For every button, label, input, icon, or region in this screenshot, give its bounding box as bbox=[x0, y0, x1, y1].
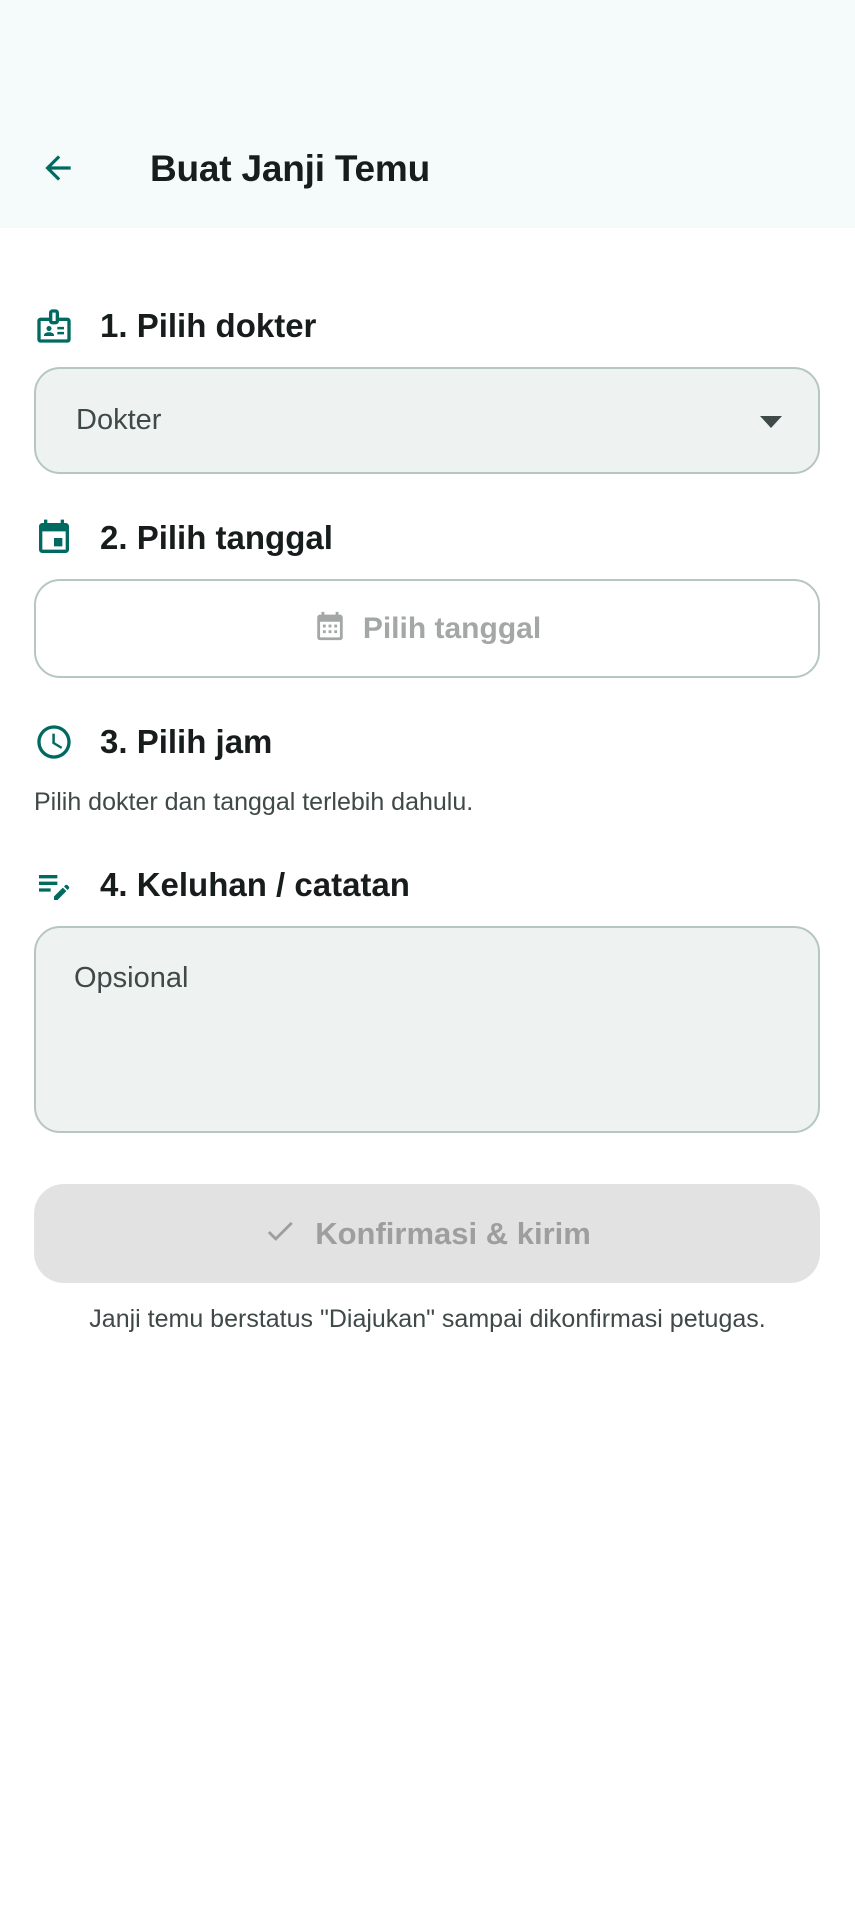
calendar-icon bbox=[313, 609, 347, 648]
confirm-submit-button[interactable]: Konfirmasi & kirim bbox=[34, 1184, 820, 1283]
notes-field[interactable] bbox=[34, 926, 820, 1133]
dropdown-arrow-icon bbox=[760, 415, 782, 433]
notes-input[interactable] bbox=[74, 962, 774, 1102]
clock-icon bbox=[34, 722, 90, 762]
section-title: 1. Pilih dokter bbox=[100, 307, 317, 344]
time-hint-text: Pilih dokter dan tanggal terlebih dahulu… bbox=[34, 788, 474, 816]
event-icon bbox=[34, 518, 90, 558]
dropdown-value: Dokter bbox=[76, 404, 162, 436]
section-notes-header: 4. Keluhan / catatan bbox=[34, 860, 410, 910]
section-time-header: 3. Pilih jam bbox=[34, 717, 272, 767]
edit-note-icon bbox=[34, 865, 90, 905]
section-title: 2. Pilih tanggal bbox=[100, 519, 333, 556]
arrow-back-icon bbox=[39, 149, 77, 192]
section-doctor-header: 1. Pilih dokter bbox=[34, 301, 316, 351]
section-date-header: 2. Pilih tanggal bbox=[34, 513, 333, 563]
confirm-submit-label: Konfirmasi & kirim bbox=[315, 1215, 591, 1251]
pick-date-label: Pilih tanggal bbox=[362, 611, 542, 645]
check-icon bbox=[263, 1214, 297, 1253]
status-note: Janji temu berstatus "Diajukan" sampai d… bbox=[89, 1305, 766, 1333]
pick-date-button[interactable]: Pilih tanggal bbox=[34, 579, 820, 678]
section-title: 4. Keluhan / catatan bbox=[100, 866, 410, 903]
doctor-dropdown[interactable]: Dokter bbox=[34, 367, 820, 474]
app-bar: Buat Janji Temu bbox=[0, 0, 855, 228]
page-title: Buat Janji Temu bbox=[150, 148, 431, 189]
badge-icon bbox=[34, 306, 90, 346]
section-title: 3. Pilih jam bbox=[100, 723, 273, 760]
back-button[interactable] bbox=[28, 140, 88, 200]
